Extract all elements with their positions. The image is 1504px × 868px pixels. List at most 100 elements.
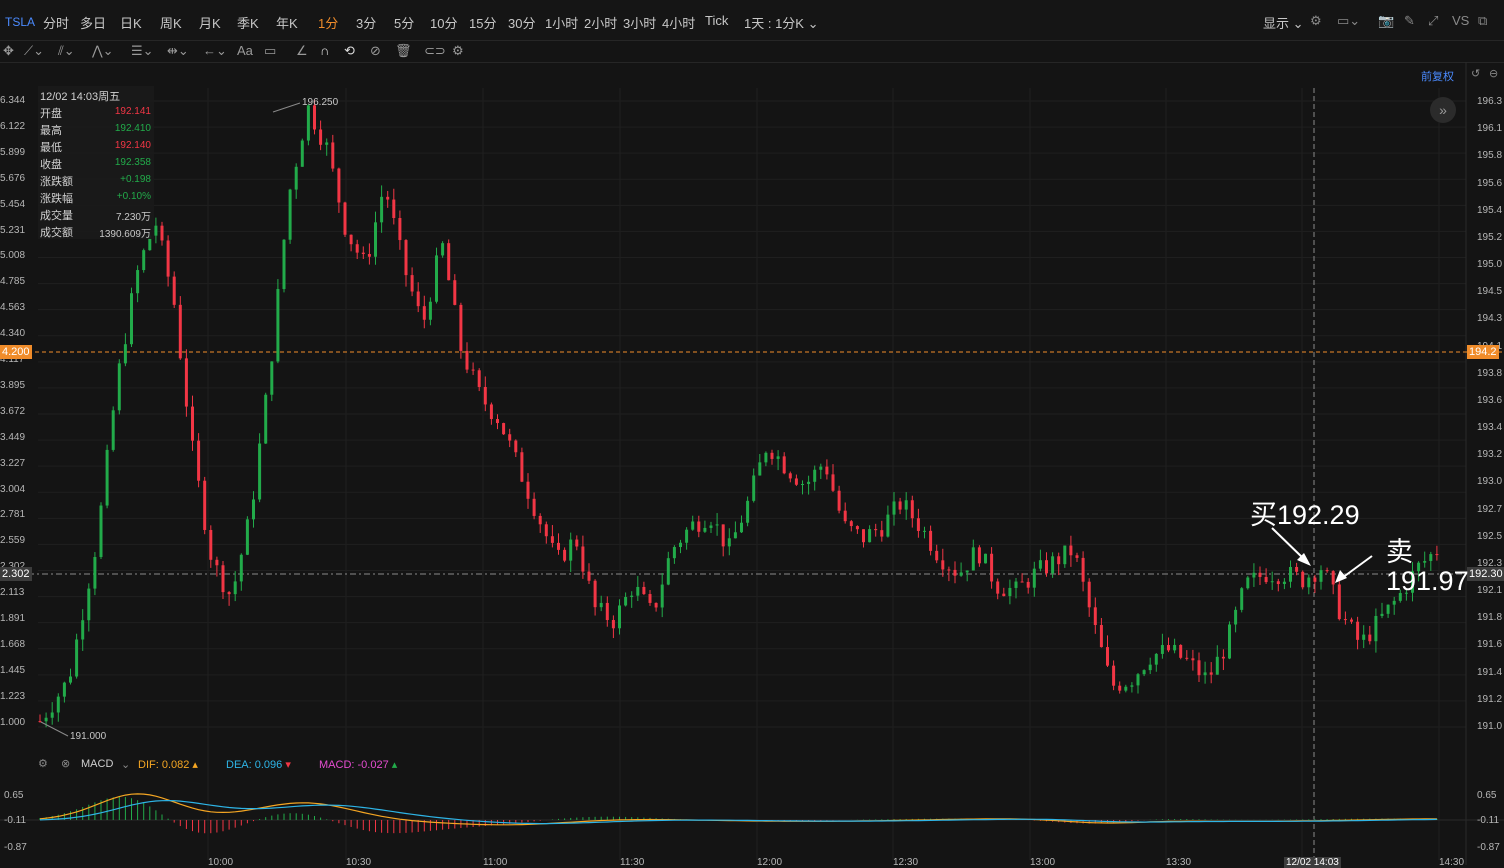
info-key-3: 收盘 <box>40 159 62 171</box>
right-axis-label: 192.1 <box>1477 585 1503 597</box>
expand-panel-icon[interactable]: » <box>1430 97 1456 123</box>
candle-body <box>459 304 463 351</box>
candle-body <box>1246 577 1250 589</box>
ohlc-info-box: 12/02 14:03周五 开盘 192.141 最高 192.410 最低 192.14… <box>38 86 154 240</box>
candle-body <box>691 521 695 530</box>
candle-body <box>862 529 865 543</box>
candle-body <box>1252 572 1256 578</box>
reset-icon[interactable]: ↺ <box>1471 67 1480 80</box>
candle-body <box>929 530 933 551</box>
info-value-7: 1390.609万 <box>99 229 151 240</box>
candle-body <box>258 443 262 500</box>
candle-body <box>1362 634 1366 640</box>
candle-body <box>1185 657 1189 659</box>
macd-axis-label: -0.11 <box>1477 815 1500 826</box>
candle-body <box>392 199 396 219</box>
candle-body <box>1429 554 1433 562</box>
candle-body <box>111 410 115 450</box>
candle-body <box>715 524 719 526</box>
candle-body <box>892 501 896 515</box>
time-axis-label: 14:30 <box>1439 857 1465 868</box>
candle-body <box>660 584 664 608</box>
info-key-0: 开盘 <box>40 108 62 120</box>
candle-body <box>1240 588 1244 610</box>
price-chart[interactable] <box>0 0 1504 865</box>
candle-body <box>532 498 536 516</box>
left-axis-label: 3.895 <box>0 379 26 391</box>
candle-body <box>428 301 432 320</box>
candle-body <box>69 676 72 683</box>
candle-body <box>209 529 213 560</box>
adjust-mode-button[interactable]: 前复权 <box>1421 68 1454 84</box>
candle-body <box>252 499 255 520</box>
candle-body <box>1069 545 1073 556</box>
macd-indicator-name[interactable]: MACD <box>81 758 113 770</box>
candle-body <box>367 254 371 257</box>
candle-body <box>977 547 981 564</box>
macd-dropdown-icon[interactable]: ⌄ <box>121 758 130 771</box>
candle-body <box>1106 647 1109 666</box>
left-axis-label: 2.781 <box>0 509 26 521</box>
candle-body <box>624 597 628 606</box>
candle-body <box>99 505 103 558</box>
candle-body <box>831 474 835 491</box>
info-key-2: 最低 <box>40 142 62 154</box>
left-axis-label: 5.231 <box>0 224 26 236</box>
candle-body <box>874 529 878 531</box>
candle-body <box>471 369 475 371</box>
info-key-7: 成交额 <box>40 227 73 239</box>
left-axis-label: 3.227 <box>0 457 26 469</box>
ref-line-tag-right: 194.2 <box>1467 345 1499 359</box>
macd-close-icon[interactable]: ⊗ <box>61 757 70 770</box>
macd-axis-label: -0.87 <box>1477 842 1500 853</box>
right-axis-label: 194.5 <box>1477 286 1503 298</box>
sell-annotation-label: 卖 <box>1386 537 1413 567</box>
info-key-1: 最高 <box>40 125 62 137</box>
right-axis-label: 193.2 <box>1477 449 1503 461</box>
right-axis-label: 191.2 <box>1477 693 1503 705</box>
candle-body <box>825 466 829 475</box>
left-axis-label: 1.223 <box>0 690 26 702</box>
candle-body <box>239 554 243 582</box>
collapse-icon[interactable]: ⊖ <box>1489 67 1498 80</box>
sell-arrow <box>1341 555 1373 579</box>
candle-body <box>1368 634 1372 642</box>
candle-body <box>178 304 182 359</box>
candle-body <box>770 452 774 459</box>
candle-body <box>1179 644 1183 658</box>
time-axis-label: 11:00 <box>483 857 508 868</box>
candle-body <box>636 586 640 596</box>
candle-body <box>435 255 438 302</box>
macd-settings-icon[interactable]: ⚙ <box>38 757 48 770</box>
candle-body <box>203 480 207 530</box>
candle-body <box>282 239 286 290</box>
candle-body <box>1276 581 1280 585</box>
candle-body <box>813 469 817 482</box>
candle-body <box>300 140 304 167</box>
left-axis-label: 5.454 <box>0 198 26 210</box>
candle-body <box>666 558 670 585</box>
info-value-6: 7.230万 <box>115 212 151 223</box>
candle-body <box>642 586 646 595</box>
candle-body <box>1356 621 1360 640</box>
candle-body <box>233 581 237 595</box>
candle-body <box>349 234 353 245</box>
candle-body <box>325 142 329 145</box>
candle-body <box>801 484 804 486</box>
right-axis-label: 193.0 <box>1477 476 1503 488</box>
right-axis-label: 195.6 <box>1477 177 1503 189</box>
candle-body <box>788 473 792 479</box>
candle-body <box>105 449 109 506</box>
info-key-4: 涨跌额 <box>40 176 73 188</box>
candle-body <box>313 105 316 130</box>
candle-body <box>1057 556 1061 565</box>
time-axis-label: 11:30 <box>620 857 645 868</box>
right-axis-label: 195.0 <box>1477 259 1503 271</box>
candle-body <box>154 225 158 236</box>
candle-body <box>1002 593 1006 597</box>
right-axis-label: 193.4 <box>1477 422 1503 434</box>
info-key-5: 涨跌幅 <box>40 193 73 205</box>
candle-body <box>923 530 926 532</box>
candle-body <box>611 620 615 629</box>
candle-body <box>483 386 487 405</box>
